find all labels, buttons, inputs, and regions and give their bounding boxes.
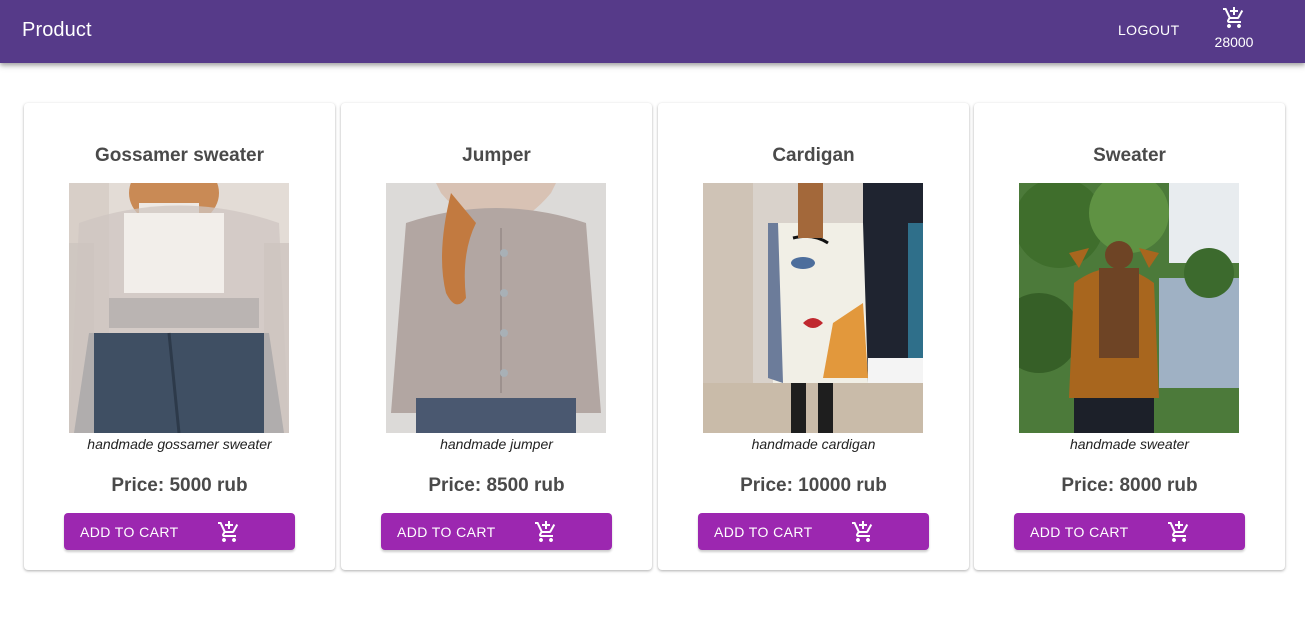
add-to-cart-label: ADD TO CART — [397, 524, 496, 540]
page-title: Product — [22, 19, 92, 41]
product-card: Sweater handmade sweater Price: 8000 rub… — [974, 103, 1285, 570]
add-to-cart-label: ADD TO CART — [714, 524, 813, 540]
product-title: Jumper — [462, 145, 531, 166]
product-title: Cardigan — [772, 145, 855, 166]
product-card: Jumper handmade jumper Price: 8500 rub A… — [341, 103, 652, 570]
product-description: handmade jumper — [440, 436, 553, 452]
add-shopping-cart-icon — [218, 521, 239, 542]
add-to-cart-button[interactable]: ADD TO CART — [381, 513, 612, 550]
product-price: Price: 8500 rub — [428, 475, 565, 496]
add-to-cart-label: ADD TO CART — [80, 524, 179, 540]
product-title: Gossamer sweater — [95, 145, 264, 166]
add-to-cart-button[interactable]: ADD TO CART — [64, 513, 295, 550]
add-shopping-cart-icon — [852, 521, 873, 542]
product-image — [69, 183, 289, 433]
product-description: handmade gossamer sweater — [87, 436, 272, 452]
logout-button[interactable]: LOGOUT — [1110, 22, 1188, 38]
product-title: Sweater — [1093, 145, 1166, 166]
product-description: handmade cardigan — [751, 436, 876, 452]
product-image — [703, 183, 923, 433]
add-shopping-cart-icon — [1168, 521, 1189, 542]
product-image — [386, 183, 606, 433]
product-price: Price: 8000 rub — [1061, 475, 1198, 496]
app-bar: Product LOGOUT 28000 — [0, 0, 1305, 63]
add-shopping-cart-icon — [535, 521, 556, 542]
product-price: Price: 5000 rub — [111, 475, 248, 496]
add-to-cart-button[interactable]: ADD TO CART — [698, 513, 929, 550]
product-image — [1019, 183, 1239, 433]
add-to-cart-label: ADD TO CART — [1030, 524, 1129, 540]
add-to-cart-button[interactable]: ADD TO CART — [1014, 513, 1245, 550]
cart-button[interactable]: 28000 — [1205, 6, 1263, 58]
cart-total: 28000 — [1214, 34, 1254, 50]
product-price: Price: 10000 rub — [740, 475, 887, 496]
product-description: handmade sweater — [1069, 436, 1190, 452]
add-shopping-cart-icon — [1223, 7, 1244, 28]
product-card: Gossamer sweater handmade gossamer sweat… — [24, 103, 335, 570]
product-card: Cardigan handmade cardigan Price: 10000 … — [658, 103, 969, 570]
